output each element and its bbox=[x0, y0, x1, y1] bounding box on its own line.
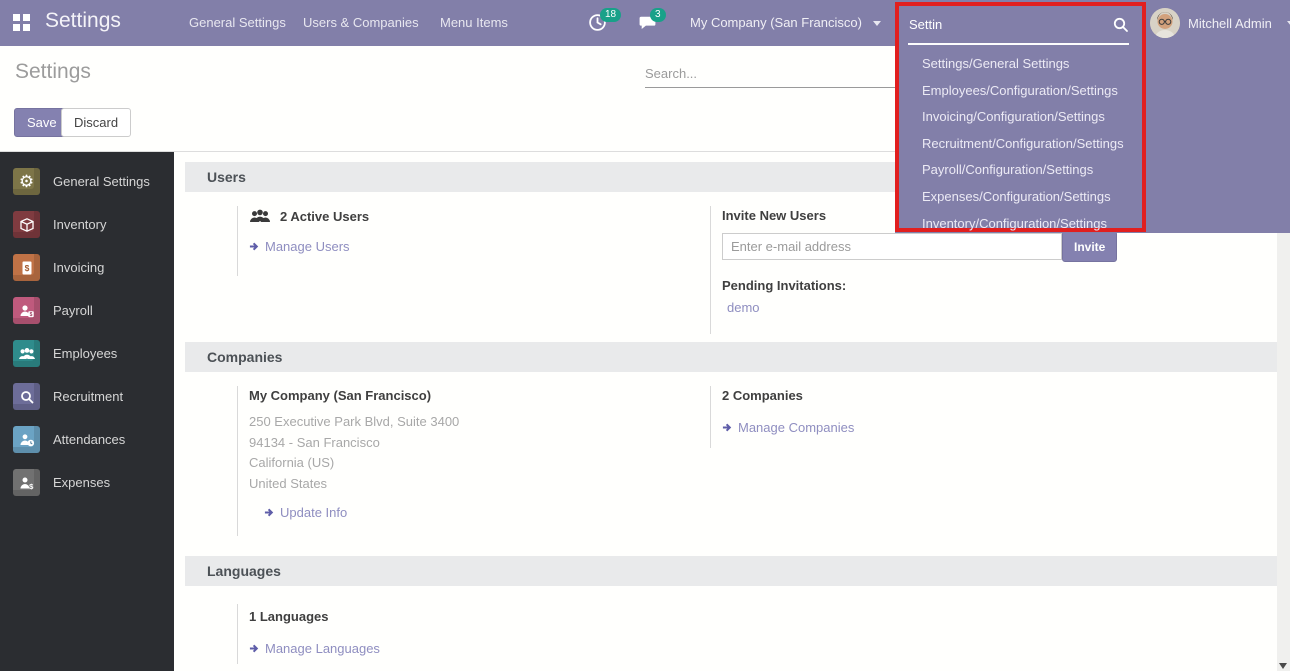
menu-search-result[interactable]: Settings/General Settings bbox=[899, 51, 1142, 78]
gear-icon: ⚙ bbox=[13, 168, 40, 195]
address-line: California (US) bbox=[249, 453, 459, 474]
invite-row: Invite bbox=[722, 233, 1140, 262]
scrollbar-down-arrow-icon[interactable] bbox=[1279, 663, 1287, 669]
apps-grid-icon[interactable] bbox=[13, 14, 30, 31]
sidebar-item-label: Attendances bbox=[53, 432, 125, 447]
discard-button[interactable]: Discard bbox=[61, 108, 131, 137]
employees-icon bbox=[13, 340, 40, 367]
menu-search-results: Settings/General Settings Employees/Conf… bbox=[899, 51, 1142, 237]
nav-menu-menu-items[interactable]: Menu Items bbox=[434, 0, 514, 46]
attendance-icon bbox=[13, 426, 40, 453]
manage-languages-label: Manage Languages bbox=[265, 641, 380, 656]
sidebar-item-label: Inventory bbox=[53, 217, 106, 232]
apps-grid-square bbox=[13, 14, 20, 21]
sidebar-item-label: Expenses bbox=[53, 475, 110, 490]
menu-search-result[interactable]: Employees/Configuration/Settings bbox=[899, 78, 1142, 105]
sidebar-item-inventory[interactable]: Inventory bbox=[0, 203, 174, 246]
manage-languages-link[interactable]: Manage Languages bbox=[249, 641, 380, 656]
nav-menu-users-companies[interactable]: Users & Companies bbox=[297, 0, 425, 46]
settings-sidebar: ⚙ General Settings Inventory $ Invoicing… bbox=[0, 152, 174, 671]
apps-grid-square bbox=[23, 24, 30, 31]
update-info-link[interactable]: Update Info bbox=[264, 505, 459, 520]
apps-grid-square bbox=[13, 24, 20, 31]
manage-users-label: Manage Users bbox=[265, 239, 350, 254]
manage-users-link[interactable]: Manage Users bbox=[249, 239, 369, 254]
company-switcher-label: My Company (San Francisco) bbox=[690, 15, 862, 30]
company-name: My Company (San Francisco) bbox=[249, 388, 459, 403]
nav-menu-general-settings[interactable]: General Settings bbox=[183, 0, 292, 46]
pending-invitations-label: Pending Invitations: bbox=[722, 278, 1140, 293]
sidebar-item-label: Employees bbox=[53, 346, 117, 361]
company-address: 250 Executive Park Blvd, Suite 3400 9413… bbox=[249, 412, 459, 494]
user-menu[interactable]: Mitchell Admin bbox=[1150, 8, 1290, 38]
company-switcher[interactable]: My Company (San Francisco) bbox=[690, 0, 881, 46]
address-line: 94134 - San Francisco bbox=[249, 433, 459, 454]
menu-search-result[interactable]: Inventory/Configuration/Settings bbox=[899, 211, 1142, 238]
apps-grid-square bbox=[23, 14, 30, 21]
avatar bbox=[1150, 8, 1180, 38]
box-icon bbox=[13, 211, 40, 238]
active-users-block: 2 Active Users Manage Users bbox=[237, 206, 369, 276]
sidebar-item-invoicing[interactable]: $ Invoicing bbox=[0, 246, 174, 289]
company-info-block: My Company (San Francisco) 250 Executive… bbox=[237, 386, 459, 536]
settings-search-input[interactable] bbox=[645, 60, 895, 88]
payroll-icon: $ bbox=[13, 297, 40, 324]
sidebar-item-payroll[interactable]: $ Payroll bbox=[0, 289, 174, 332]
arrow-right-icon bbox=[264, 507, 275, 518]
users-group-icon bbox=[249, 208, 271, 224]
svg-text:$: $ bbox=[29, 482, 34, 491]
search-underline bbox=[908, 43, 1129, 45]
menu-search-input[interactable] bbox=[909, 11, 1084, 37]
address-line: 250 Executive Park Blvd, Suite 3400 bbox=[249, 412, 459, 433]
sidebar-item-label: Recruitment bbox=[53, 389, 123, 404]
companies-count-block: 2 Companies Manage Companies bbox=[710, 386, 854, 448]
arrow-right-icon bbox=[249, 643, 260, 654]
section-header-companies: Companies bbox=[185, 342, 1277, 372]
activity-count-badge: 18 bbox=[600, 8, 621, 22]
expense-icon: $ bbox=[13, 469, 40, 496]
section-header-languages: Languages bbox=[185, 556, 1277, 586]
address-line: United States bbox=[249, 474, 459, 495]
sidebar-item-label: General Settings bbox=[53, 174, 150, 189]
chevron-down-icon bbox=[873, 21, 881, 26]
user-name: Mitchell Admin bbox=[1188, 16, 1272, 31]
active-users-count: 2 Active Users bbox=[280, 209, 369, 224]
languages-block: 1 Languages Manage Languages bbox=[237, 604, 380, 664]
menu-search-result[interactable]: Payroll/Configuration/Settings bbox=[899, 157, 1142, 184]
messages-button[interactable]: 3 bbox=[638, 13, 658, 33]
sidebar-item-employees[interactable]: Employees bbox=[0, 332, 174, 375]
sidebar-item-label: Payroll bbox=[53, 303, 93, 318]
manage-companies-link[interactable]: Manage Companies bbox=[722, 420, 854, 435]
activities-button[interactable]: 18 bbox=[588, 13, 608, 33]
svg-text:$: $ bbox=[29, 311, 32, 317]
sidebar-item-expenses[interactable]: $ Expenses bbox=[0, 461, 174, 504]
menu-search-result[interactable]: Expenses/Configuration/Settings bbox=[899, 184, 1142, 211]
companies-count: 2 Companies bbox=[722, 388, 854, 403]
arrow-right-icon bbox=[722, 422, 733, 433]
languages-count: 1 Languages bbox=[249, 609, 380, 624]
invoice-icon: $ bbox=[13, 254, 40, 281]
arrow-right-icon bbox=[249, 241, 260, 252]
svg-text:$: $ bbox=[24, 263, 29, 273]
menu-search-highlight-box: Settings/General Settings Employees/Conf… bbox=[895, 2, 1146, 232]
page-title: Settings bbox=[15, 60, 91, 84]
app-brand-title[interactable]: Settings bbox=[45, 9, 121, 33]
sidebar-item-general-settings[interactable]: ⚙ General Settings bbox=[0, 160, 174, 203]
pending-user-link[interactable]: demo bbox=[722, 300, 760, 315]
update-info-label: Update Info bbox=[280, 505, 347, 520]
active-users-line: 2 Active Users bbox=[249, 208, 369, 224]
sidebar-item-label: Invoicing bbox=[53, 260, 104, 275]
sidebar-item-recruitment[interactable]: Recruitment bbox=[0, 375, 174, 418]
menu-search-result[interactable]: Invoicing/Configuration/Settings bbox=[899, 104, 1142, 131]
message-count-badge: 3 bbox=[650, 8, 666, 22]
manage-companies-label: Manage Companies bbox=[738, 420, 854, 435]
search-icon[interactable] bbox=[1113, 17, 1129, 33]
sidebar-item-attendances[interactable]: Attendances bbox=[0, 418, 174, 461]
menu-search-result[interactable]: Recruitment/Configuration/Settings bbox=[899, 131, 1142, 158]
recruitment-magnifier-icon bbox=[13, 383, 40, 410]
